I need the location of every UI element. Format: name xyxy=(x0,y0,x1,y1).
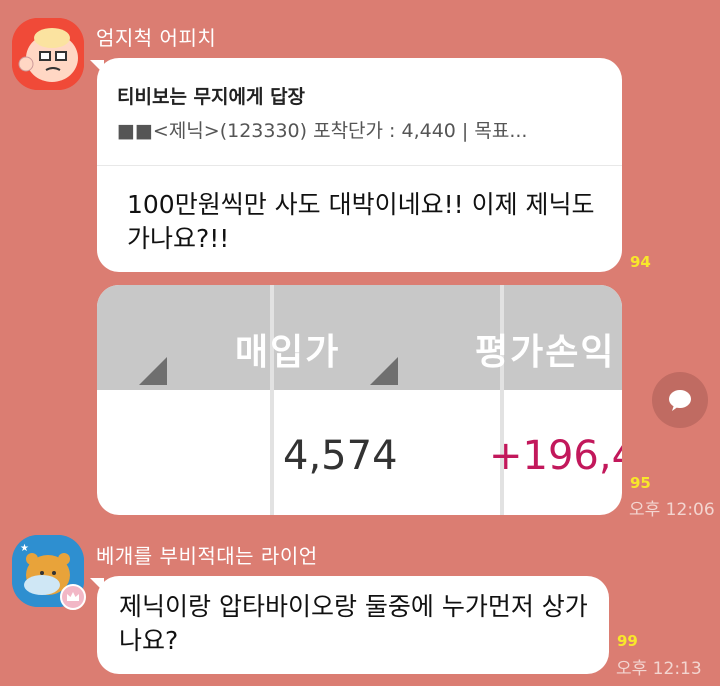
purchase-price-value: 4,574 xyxy=(283,433,398,479)
header-purchase-price: 매입가 xyxy=(235,332,341,373)
unread-count: 95 xyxy=(630,474,651,492)
image-message[interactable]: 매입가 평가손익 4,574 +196,4 xyxy=(97,285,622,515)
apeach-avatar-icon xyxy=(12,18,84,90)
share-button[interactable] xyxy=(652,372,708,428)
message-bubble[interactable]: 제닉이랑 압타바이오랑 둘중에 누가먼저 상가나요? xyxy=(97,576,609,674)
sender-name: 엄지척 어피치 xyxy=(96,26,217,50)
column-divider xyxy=(500,285,504,515)
corner-marker xyxy=(370,357,398,385)
column-divider xyxy=(270,285,274,515)
profit-loss-value: +196,4 xyxy=(489,433,622,479)
message-text: 100만원씩만 사도 대박이네요!! 이제 제닉도 가나요?!! xyxy=(127,190,595,253)
unread-count: 94 xyxy=(630,253,651,271)
share-speech-icon xyxy=(669,390,691,411)
message-text: 제닉이랑 압타바이오랑 둘중에 누가먼저 상가나요? xyxy=(119,592,588,655)
corner-marker xyxy=(139,357,167,385)
unread-count: 99 xyxy=(617,632,638,650)
reply-message-bubble[interactable]: 티비보는 무지에게 답장 ■■<제닉>(123330) 포착단가 : 4,440… xyxy=(97,58,622,272)
crown-icon xyxy=(60,584,86,610)
header-profit-loss: 평가손익 xyxy=(475,332,616,373)
reply-title: 티비보는 무지에게 답장 xyxy=(117,86,306,108)
avatar-apeach[interactable] xyxy=(12,18,84,90)
timestamp: 오후 12:13 xyxy=(616,659,702,679)
reply-preview[interactable]: ■■<제닉>(123330) 포착단가 : 4,440 | 목표... xyxy=(117,116,527,143)
sender-name: 베개를 부비적대는 라이언 xyxy=(96,544,318,568)
svg-text:★: ★ xyxy=(20,543,29,554)
timestamp: 오후 12:06 xyxy=(629,500,715,520)
divider xyxy=(97,165,622,166)
